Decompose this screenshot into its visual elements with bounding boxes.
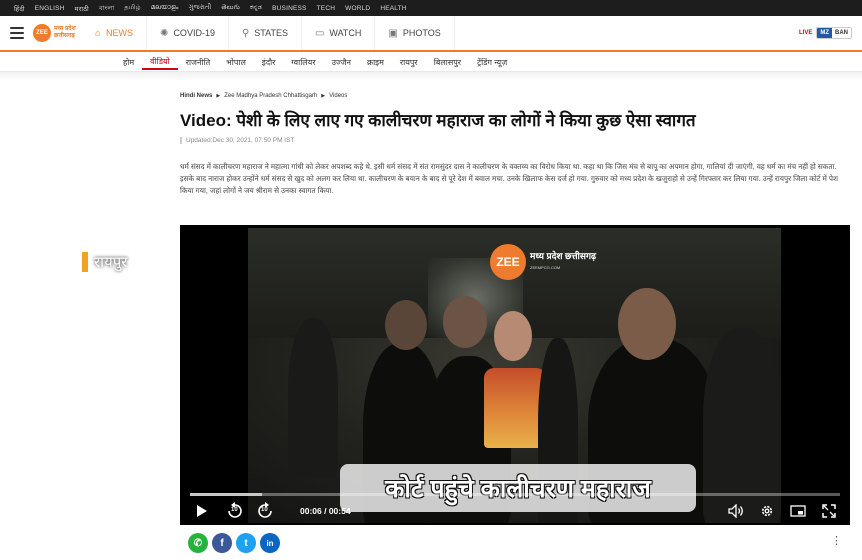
location-tag: रायपुर <box>82 252 127 272</box>
video-time: 00:06 / 00:54 <box>300 506 351 516</box>
play-icon[interactable] <box>196 504 208 518</box>
settings-gear-icon[interactable] <box>760 504 774 518</box>
tab-watch[interactable]: ▭ WATCH <box>302 16 376 50</box>
fullscreen-icon[interactable] <box>822 504 836 518</box>
subnav-item[interactable]: उज्जैन <box>324 57 359 68</box>
virus-icon: ✺ <box>160 27 169 39</box>
tab-label: NEWS <box>106 28 134 38</box>
breadcrumb-item[interactable]: Zee Madhya Pradesh Chhattisgarh <box>224 93 317 99</box>
language-toggle[interactable]: MZ BAN <box>816 27 852 39</box>
video-controls: 10 10 00:06 / 00:54 <box>190 500 840 522</box>
lang-link[interactable]: TECH <box>317 5 336 12</box>
breadcrumb-item[interactable]: Hindi News <box>180 93 212 99</box>
more-options-icon[interactable]: ⋮ <box>831 534 842 547</box>
lang-link[interactable]: ENGLISH <box>35 5 65 12</box>
tab-label: WATCH <box>329 28 362 38</box>
subnav-item[interactable]: भोपाल <box>218 57 254 68</box>
lang-link[interactable]: ગુજરાતી <box>189 4 212 12</box>
site-logo[interactable]: ZEE मध्य प्रदेश छत्तीसगढ़ <box>33 24 82 42</box>
lang-link[interactable]: ಕನ್ನಡ <box>250 4 262 12</box>
lang-link[interactable]: HEALTH <box>380 5 406 12</box>
image-icon: ▣ <box>388 27 398 39</box>
main-nav: ZEE मध्य प्रदेश छत्तीसगढ़ ⌂ NEWS ✺ COVID… <box>0 16 862 52</box>
tab-label: PHOTOS <box>402 28 441 38</box>
home-icon: ⌂ <box>95 27 102 39</box>
updated-timestamp: Updated:Dec 30, 2021, 07:50 PM IST <box>180 137 294 144</box>
tab-label: COVID-19 <box>173 28 215 38</box>
lang-link[interactable]: മലയാളം <box>151 4 179 12</box>
lang-option[interactable]: BAN <box>832 28 851 38</box>
lang-link[interactable]: हिंदी <box>14 4 25 13</box>
tab-photos[interactable]: ▣ PHOTOS <box>375 16 455 50</box>
channel-name: मध्य प्रदेश छत्तीसगढ़ <box>530 251 597 261</box>
breadcrumb-item[interactable]: Videos <box>329 93 347 99</box>
tv-icon: ▭ <box>314 27 325 39</box>
forward-10-icon[interactable]: 10 <box>256 502 274 520</box>
nav-right: LIVE MZ BAN <box>799 27 852 39</box>
subnav-item[interactable]: ग्वालियर <box>283 57 323 68</box>
video-progress-fill <box>190 493 263 496</box>
subnav-item[interactable]: क्राइम <box>359 57 392 68</box>
lang-link[interactable]: বাংলা <box>99 3 114 14</box>
whatsapp-share-icon[interactable]: ✆ <box>188 533 208 553</box>
lang-link[interactable]: BUSINESS <box>272 5 306 12</box>
breadcrumb: Hindi News ▶ Zee Madhya Pradesh Chhattis… <box>180 93 347 99</box>
tab-news[interactable]: ⌂ NEWS <box>82 16 148 50</box>
sub-nav: होम वीडियो राजनीति भोपाल इंदौर ग्वालियर … <box>0 54 862 72</box>
rewind-seconds: 10 <box>231 507 238 513</box>
logo-mark: ZEE <box>33 24 51 42</box>
rewind-10-icon[interactable]: 10 <box>226 502 244 520</box>
lang-link[interactable]: తెలుగు <box>221 4 240 13</box>
subnav-item[interactable]: रायपुर <box>392 57 426 68</box>
video-progress-bar[interactable] <box>190 493 840 496</box>
page-title: Video: पेशी के लिए लाए गए कालीचरण महाराज… <box>180 111 696 130</box>
location-label: रायपुर <box>94 254 128 271</box>
channel-logo-icon: ZEE <box>490 244 526 280</box>
linkedin-share-icon[interactable]: in <box>260 533 280 553</box>
lang-option-active[interactable]: MZ <box>817 28 832 38</box>
channel-url: ZEEMPCG.COM <box>530 265 561 270</box>
facebook-share-icon[interactable]: f <box>212 533 232 553</box>
channel-watermark: ZEE मध्य प्रदेश छत्तीसगढ़ ZEEMPCG.COM <box>490 244 596 280</box>
live-label: LIVE <box>798 30 813 36</box>
subnav-item-active[interactable]: वीडियो <box>142 56 178 70</box>
subnav-item[interactable]: बिलासपुर <box>426 57 469 68</box>
chevron-right-icon: ▶ <box>216 93 221 99</box>
location-pin-icon: ⚲ <box>241 27 250 39</box>
share-bar: ✆ f t in <box>188 533 280 553</box>
subnav-item[interactable]: होम <box>115 57 142 68</box>
nav-shadow <box>0 72 862 80</box>
language-bar: हिंदी ENGLISH मराठी বাংলা தமிழ் മലയാളം ગ… <box>0 0 862 16</box>
tab-covid[interactable]: ✺ COVID-19 <box>147 16 229 50</box>
lang-link[interactable]: मराठी <box>75 4 89 13</box>
menu-icon[interactable] <box>10 27 24 39</box>
tab-label: STATES <box>254 28 288 38</box>
subnav-item[interactable]: इंदौर <box>254 57 284 68</box>
subnav-item[interactable]: राजनीति <box>178 57 218 68</box>
logo-name: मध्य प्रदेश छत्तीसगढ़ <box>54 26 76 39</box>
lang-link[interactable]: தமிழ் <box>124 4 140 12</box>
forward-seconds: 10 <box>261 507 268 513</box>
chevron-right-icon: ▶ <box>321 93 326 99</box>
tab-states[interactable]: ⚲ STATES <box>229 16 302 50</box>
lang-link[interactable]: WORLD <box>345 5 370 12</box>
subnav-item[interactable]: ट्रेंडिंग न्यूज़ <box>469 57 515 68</box>
article-summary: धर्म संसद में कालीचरण महाराज ने महात्मा … <box>180 162 838 195</box>
volume-icon[interactable] <box>728 504 744 518</box>
twitter-share-icon[interactable]: t <box>236 533 256 553</box>
picture-in-picture-icon[interactable] <box>790 505 806 517</box>
live-link[interactable]: LIVE <box>799 30 812 36</box>
